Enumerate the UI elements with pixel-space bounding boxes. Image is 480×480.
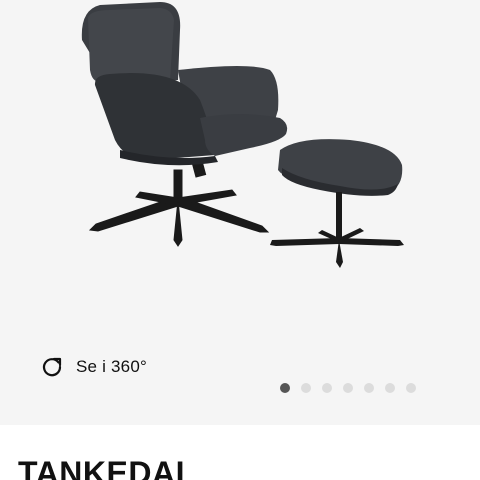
- carousel-dot[interactable]: [301, 383, 311, 393]
- product-image[interactable]: [0, 0, 480, 300]
- product-gallery[interactable]: Se i 360°: [0, 0, 480, 425]
- rotate-icon: [42, 357, 62, 377]
- carousel-dot[interactable]: [364, 383, 374, 393]
- carousel-pagination: [280, 383, 427, 393]
- footstool: [270, 139, 404, 268]
- view-360-label: Se i 360°: [76, 357, 147, 376]
- product-page: Se i 360° TANKEDAL: [0, 0, 480, 480]
- product-title: TANKEDAL: [18, 455, 196, 480]
- chair-body: [81, 2, 288, 166]
- view-360-button[interactable]: Se i 360°: [40, 352, 147, 382]
- carousel-dot[interactable]: [322, 383, 332, 393]
- carousel-dot[interactable]: [385, 383, 395, 393]
- carousel-dot[interactable]: [280, 383, 290, 393]
- carousel-dot[interactable]: [406, 383, 416, 393]
- carousel-dot[interactable]: [343, 383, 353, 393]
- chair-base: [88, 160, 270, 247]
